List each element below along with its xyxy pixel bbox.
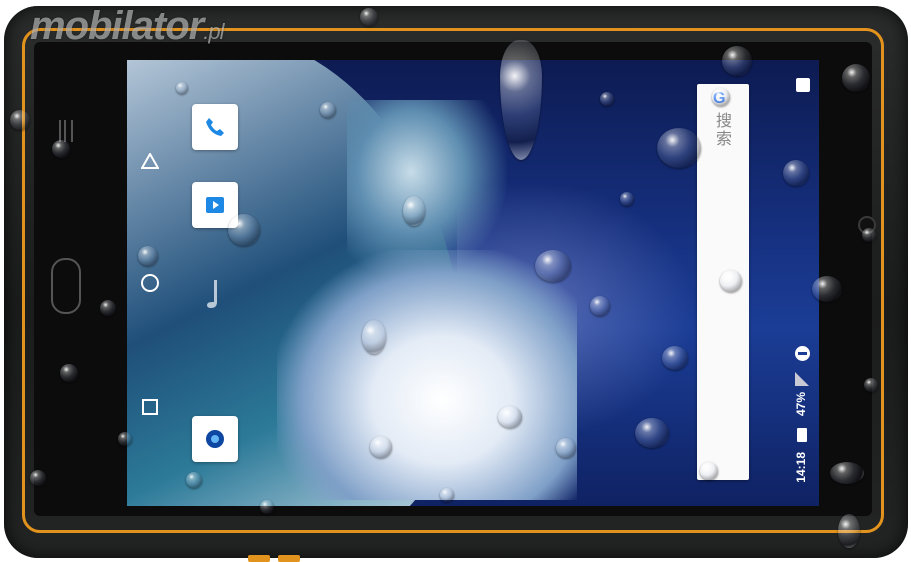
fingerprint-sensor[interactable] [51,258,81,314]
camera-app-icon[interactable] [192,416,238,462]
water-drop [812,276,842,302]
water-drop [720,270,742,292]
notification-icon [796,78,810,92]
home-icon[interactable] [139,272,161,294]
signal-icon [795,372,809,386]
water-drop [600,92,614,106]
water-drop [403,196,425,226]
water-drop [556,438,576,458]
water-drop [830,462,864,484]
side-port [248,555,270,562]
music-app-icon[interactable] [192,272,238,318]
water-drop [362,320,386,354]
watermark-logo: mobilator.pl [30,4,224,48]
water-drop [712,88,730,106]
water-drop [30,470,46,486]
water-drop [862,228,876,242]
water-drop [864,378,878,392]
water-drop [635,418,669,448]
speaker-grille [59,120,73,142]
wallpaper-foam [277,250,577,500]
water-drop [100,300,116,316]
water-drop [360,8,378,26]
water-drop [662,346,688,370]
clock-time: 14:18 [794,452,808,483]
home-screen: G 搜索 47% 14:18 [127,60,819,506]
water-drop [228,214,260,246]
water-drop [498,406,522,428]
water-drop [657,128,701,168]
battery-percent: 47% [794,392,808,417]
water-drop [535,250,571,282]
water-drop [176,82,188,94]
water-drop [52,140,70,158]
water-drop [620,192,634,206]
battery-icon [797,428,807,442]
water-drop [722,46,752,76]
water-drop [60,364,78,382]
water-drop [370,436,392,458]
water-drop [838,514,860,548]
water-drop [440,488,454,502]
water-drop [118,432,132,446]
water-drop [320,102,336,118]
search-placeholder: 搜索 [713,112,730,148]
do-not-disturb-icon [795,346,810,361]
water-drop [10,110,30,130]
water-drop [842,64,870,92]
recents-icon[interactable] [139,396,161,418]
phone-app-icon[interactable] [192,104,238,150]
back-icon[interactable] [139,150,161,172]
water-drop [700,462,718,480]
water-drop [590,296,610,316]
water-drop [783,160,809,186]
water-drop [138,246,158,266]
water-drop [260,500,274,514]
side-port [278,555,300,562]
water-drop [186,472,202,488]
